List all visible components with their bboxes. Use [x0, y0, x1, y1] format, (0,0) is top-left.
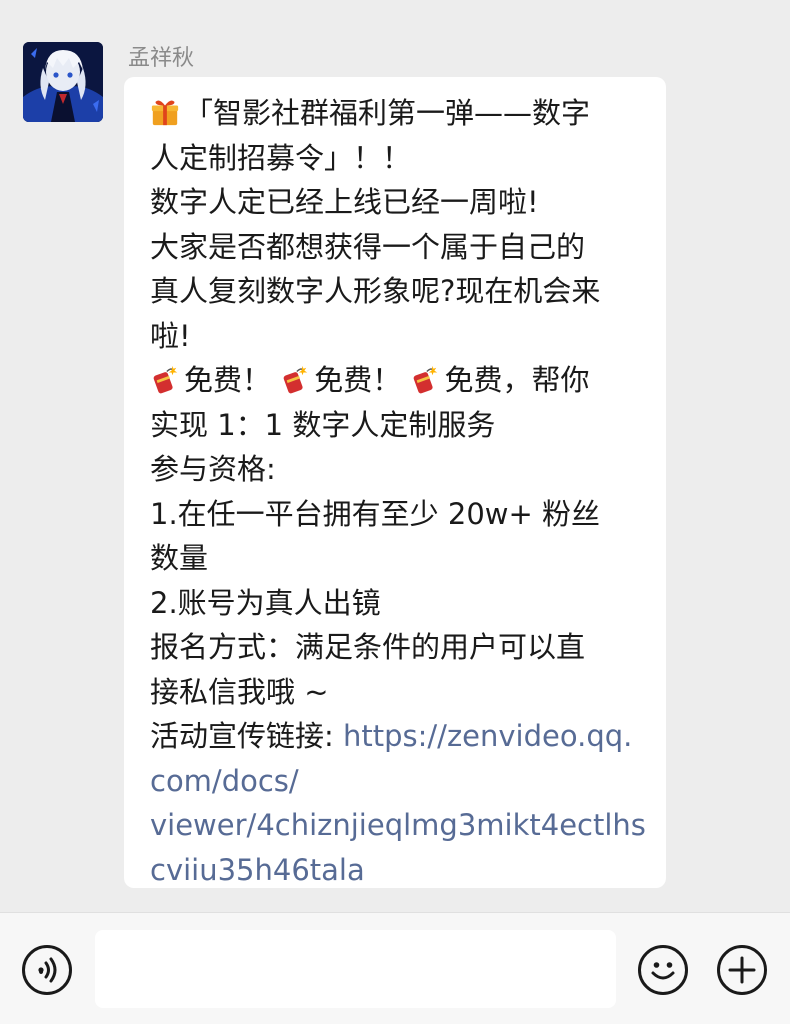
- gift-icon: [151, 100, 179, 126]
- message-line: 实现 1：1 数字人定制服务: [150, 407, 496, 442]
- message-line: 真人复刻数字人形象呢?现在机会来: [150, 274, 601, 308]
- campaign-link[interactable]: viewer/4chiznjieqlmg3mikt4ectlhs: [150, 803, 646, 848]
- message-line: 啦!: [150, 318, 191, 353]
- message-line: 人定制招募令」！！: [150, 140, 412, 175]
- campaign-link[interactable]: cviiu35h46tala: [150, 848, 646, 893]
- message-line: 接私信我哦 ~: [150, 674, 329, 709]
- message-line: 参与资格:: [150, 452, 276, 486]
- sender-name: 孟祥秋: [128, 46, 195, 71]
- link-prefix: 活动宣传链接:: [150, 719, 343, 753]
- message-line: 1.在任一平台拥有至少 20w+ 粉丝: [150, 496, 601, 531]
- message-text: 「智影社群福利第一弹——数字 人定制招募令」！！ 数字人定已经上线已经一周啦! …: [150, 91, 646, 892]
- message-line: 2.账号为真人出镜: [150, 585, 381, 620]
- firecracker-icon: [283, 365, 308, 394]
- firecracker-icon: [414, 365, 438, 394]
- sender-avatar[interactable]: [23, 42, 103, 122]
- message-line: 「智影社群福利第一弹——数字: [150, 91, 646, 136]
- input-bar: [0, 912, 790, 1024]
- message-line: 数字人定已经上线已经一周啦!: [150, 185, 539, 219]
- emoji-icon: [651, 962, 675, 980]
- campaign-link[interactable]: com/docs/: [150, 759, 646, 804]
- voice-button[interactable]: [22, 945, 72, 995]
- message-line: 报名方式：满足条件的用户可以直: [150, 630, 586, 664]
- message-line: 免费！ 免费！ 免费，帮你: [150, 358, 646, 403]
- add-icon: [728, 956, 756, 984]
- avatar-image: [23, 42, 103, 122]
- message-bubble[interactable]: 「智影社群福利第一弹——数字 人定制招募令」！！ 数字人定已经上线已经一周啦! …: [124, 77, 666, 888]
- chat-area[interactable]: 孟祥秋 「智影社群福利第一弹——数字 人定制招募令」！！ 数字人定已经上线已经一…: [0, 0, 790, 912]
- campaign-link[interactable]: https://zenvideo.qq.: [343, 719, 632, 753]
- add-button[interactable]: [717, 945, 767, 995]
- voice-icon: [38, 957, 57, 983]
- message-line: 活动宣传链接: https://zenvideo.qq.: [150, 714, 646, 759]
- firecracker-icon: [153, 365, 178, 394]
- message-line: 大家是否都想获得一个属于自己的: [150, 229, 586, 264]
- emoji-button[interactable]: [638, 945, 688, 995]
- message-input[interactable]: [95, 930, 616, 1008]
- message-line: 数量: [150, 541, 209, 575]
